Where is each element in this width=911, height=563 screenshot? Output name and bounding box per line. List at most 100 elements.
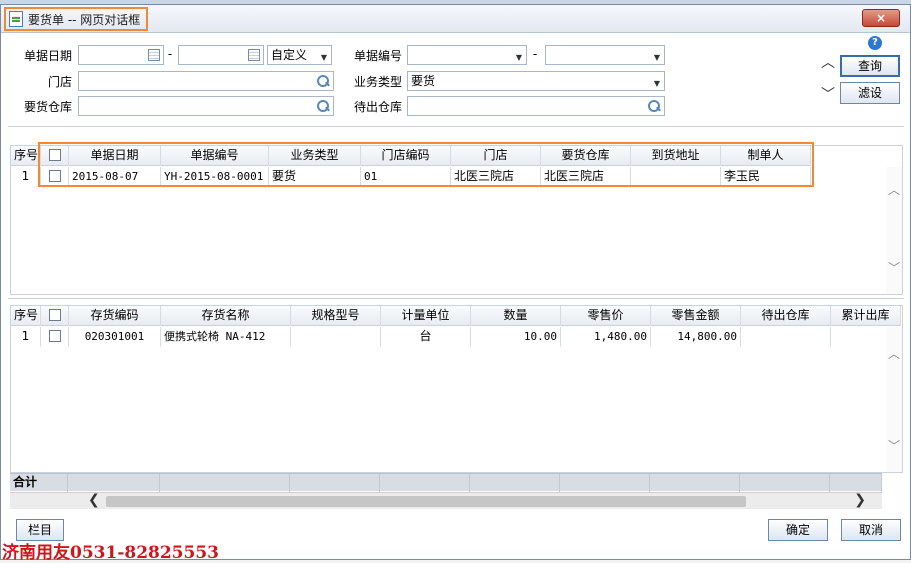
cell-unit: 台 — [381, 327, 471, 347]
divider — [8, 298, 904, 299]
col-out-wh[interactable]: 待出仓库 — [741, 306, 831, 326]
total-cell — [740, 474, 830, 492]
cell-spec — [291, 327, 381, 347]
cell-item-name: 便携式轮椅 NA-412 — [161, 327, 291, 347]
col-address[interactable]: 到货地址 — [631, 146, 721, 166]
chevron-down-icon[interactable]: ﹀ — [821, 84, 835, 104]
total-cell — [470, 474, 560, 492]
header-grid: 序号 单据日期 单据编号 业务类型 门店编码 门店 要货仓库 到货地址 制单人 … — [10, 145, 903, 295]
col-select-all[interactable] — [41, 146, 69, 166]
col-maker[interactable]: 制单人 — [721, 146, 811, 166]
cell-maker: 李玉民 — [721, 167, 811, 187]
chevron-up-icon[interactable]: ︿ — [821, 52, 835, 72]
req-warehouse-label: 要货仓库 — [23, 100, 72, 114]
cell-address — [631, 167, 721, 187]
col-store-code[interactable]: 门店编码 — [361, 146, 451, 166]
filter-settings-button[interactable]: 滤设 — [840, 82, 900, 104]
col-unit[interactable]: 计量单位 — [381, 306, 471, 326]
row-checkbox-cell[interactable] — [41, 327, 69, 347]
detail-grid-hscroll[interactable]: ❮ ❯ — [10, 492, 882, 509]
row-seq: 1 — [11, 167, 41, 187]
scroll-up-icon[interactable]: ︿ — [888, 181, 900, 198]
title-bar: 要货单 -- 网页对话框 × — [1, 5, 910, 33]
row-checkbox[interactable] — [48, 329, 61, 342]
col-store[interactable]: 门店 — [451, 146, 541, 166]
total-cell — [560, 474, 650, 492]
docno-label: 单据编号 — [353, 49, 402, 63]
biz-type-select[interactable]: 要货 ▼ — [407, 71, 665, 91]
chevron-down-icon[interactable]: ▼ — [654, 75, 660, 93]
hscroll-thumb[interactable] — [106, 496, 746, 507]
row-checkbox-cell[interactable] — [41, 167, 69, 187]
detail-grid-vscroll[interactable]: ︿ ﹀ — [886, 327, 902, 472]
store-label: 门店 — [47, 75, 72, 89]
lookup-icon[interactable] — [316, 74, 330, 88]
docno-to-select[interactable]: ▼ — [545, 45, 665, 65]
cell-req-wh: 北医三院店 — [541, 167, 631, 187]
store-input[interactable] — [78, 71, 334, 91]
col-biz-type[interactable]: 业务类型 — [269, 146, 361, 166]
select-all-checkbox[interactable] — [48, 148, 61, 161]
col-date[interactable]: 单据日期 — [69, 146, 161, 166]
col-spec[interactable]: 规格型号 — [291, 306, 381, 326]
ok-button[interactable]: 确定 — [768, 519, 828, 541]
total-cell — [68, 474, 160, 492]
table-row[interactable]: 1 2015-08-07 YH-2015-08-0001 要货 01 北医三院店… — [11, 167, 811, 187]
biz-type-value: 要货 — [411, 74, 436, 88]
table-row[interactable]: 1 020301001 便携式轮椅 NA-412 台 10.00 1,480.0… — [11, 327, 901, 347]
col-req-wh[interactable]: 要货仓库 — [541, 146, 631, 166]
col-cum-out[interactable]: 累计出库 — [831, 306, 901, 326]
cell-amount: 14,800.00 — [651, 327, 741, 347]
col-amount[interactable]: 零售金额 — [651, 306, 741, 326]
cell-price: 1,480.00 — [561, 327, 651, 347]
query-button[interactable]: 查询 — [840, 55, 900, 77]
lookup-icon[interactable] — [316, 99, 330, 113]
total-label: 合计 — [10, 474, 68, 492]
col-seq: 序号 — [11, 146, 41, 166]
col-docno[interactable]: 单据编号 — [161, 146, 269, 166]
total-cell — [290, 474, 380, 492]
scroll-up-icon[interactable]: ︿ — [888, 345, 900, 362]
cancel-button[interactable]: 取消 — [841, 519, 901, 541]
total-cell — [650, 474, 740, 492]
header-grid-vscroll[interactable]: ︿ ﹀ — [886, 167, 902, 294]
date-separator: - — [167, 47, 173, 61]
calendar-icon[interactable] — [248, 49, 260, 61]
window-title: 要货单 -- 网页对话框 — [28, 12, 141, 27]
cell-date: 2015-08-07 — [69, 167, 161, 187]
cell-biz-type: 要货 — [269, 167, 361, 187]
docno-from-select[interactable]: ▼ — [407, 45, 527, 65]
cell-store: 北医三院店 — [451, 167, 541, 187]
docno-separator: - — [532, 47, 538, 61]
out-warehouse-input[interactable] — [407, 96, 665, 116]
col-price[interactable]: 零售价 — [561, 306, 651, 326]
total-row: 合计 — [10, 473, 882, 492]
chevron-down-icon[interactable]: ▼ — [516, 49, 522, 67]
req-warehouse-input[interactable] — [78, 96, 334, 116]
chevron-down-icon[interactable]: ▼ — [654, 49, 660, 67]
watermark-text: 济南用友0531-82825553 — [2, 543, 219, 563]
col-qty[interactable]: 数量 — [471, 306, 561, 326]
col-select-all[interactable] — [41, 306, 69, 326]
row-seq: 1 — [11, 327, 41, 347]
calendar-icon[interactable] — [148, 49, 160, 61]
chevron-down-icon[interactable]: ▼ — [321, 49, 327, 67]
title-highlight: 要货单 -- 网页对话框 — [4, 7, 149, 31]
date-from-input[interactable] — [78, 45, 164, 65]
date-label: 单据日期 — [23, 49, 72, 63]
scroll-right-icon[interactable]: ❯ — [854, 492, 866, 508]
close-button[interactable]: × — [862, 9, 900, 27]
divider — [8, 126, 904, 127]
col-item-code[interactable]: 存货编码 — [69, 306, 161, 326]
scroll-left-icon[interactable]: ❮ — [88, 492, 100, 508]
cell-docno: YH-2015-08-0001 — [161, 167, 269, 187]
scroll-down-icon[interactable]: ﹀ — [888, 437, 900, 454]
row-checkbox[interactable] — [48, 169, 61, 182]
select-all-checkbox[interactable] — [48, 308, 61, 321]
col-item-name[interactable]: 存货名称 — [161, 306, 291, 326]
date-range-select[interactable]: 自定义 ▼ — [267, 45, 332, 65]
help-icon[interactable]: ? — [868, 36, 882, 50]
date-to-input[interactable] — [178, 45, 264, 65]
lookup-icon[interactable] — [647, 99, 661, 113]
scroll-down-icon[interactable]: ﹀ — [888, 259, 900, 276]
